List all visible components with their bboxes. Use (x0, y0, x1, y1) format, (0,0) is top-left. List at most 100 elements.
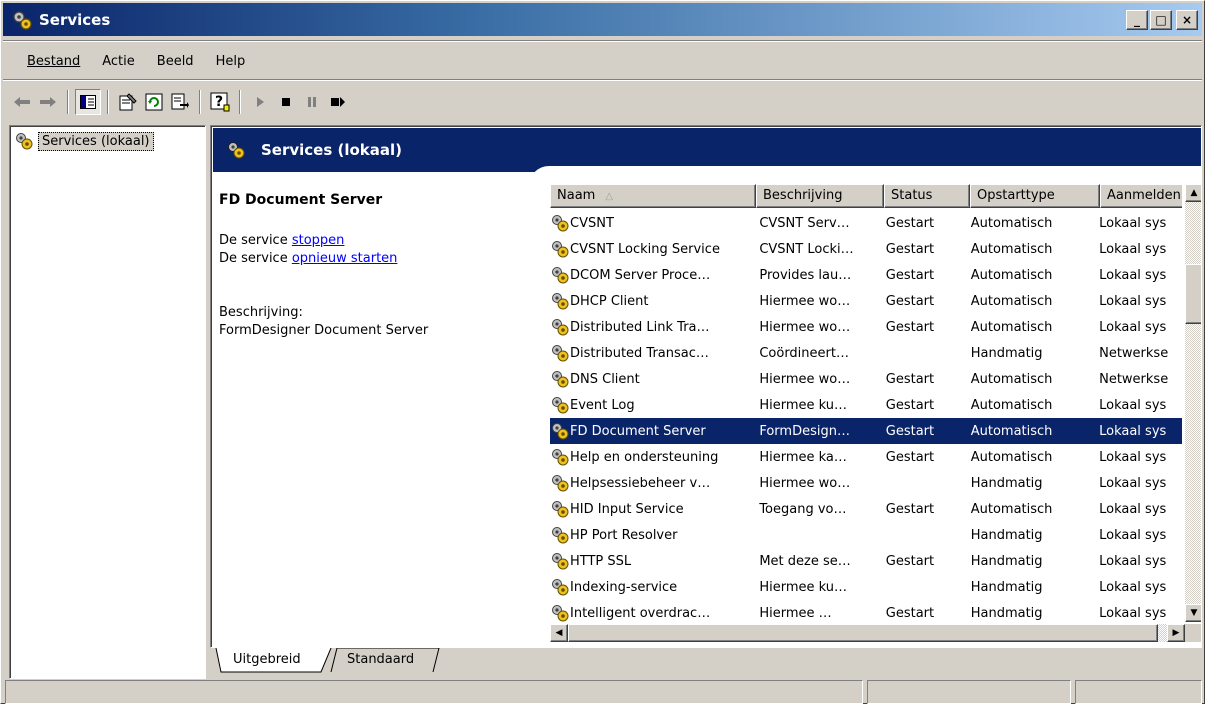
restart-icon[interactable] (325, 89, 351, 115)
column-header-logon[interactable]: Aanmelden (1100, 184, 1182, 208)
service-row[interactable]: CVSNT Locking Service CVSNT Locki… Gestart… (550, 236, 1182, 262)
service-name: FD Document Server (570, 423, 706, 439)
service-name-cell: Event Log (550, 395, 753, 415)
column-name-label: Naam (557, 188, 596, 203)
service-description-cell: Met deze se… (759, 553, 851, 569)
service-logon-cell: Netwerkse (1099, 345, 1169, 361)
help-icon[interactable]: ? (207, 89, 233, 115)
start-icon[interactable] (247, 89, 273, 115)
service-row[interactable]: FD Document Server FormDesign… Gestart Auto… (550, 418, 1182, 444)
vertical-scroll-thumb[interactable] (1185, 264, 1201, 324)
column-header-description[interactable]: Beschrijving (756, 184, 884, 208)
horizontal-scrollbar[interactable]: ◀ ▶ (550, 624, 1185, 642)
services-gear-icon (11, 9, 33, 31)
restart-action-line: De service opnieuw starten (219, 250, 529, 268)
service-gear-icon (550, 213, 570, 233)
menu-bestand[interactable]: Bestand (27, 54, 80, 69)
scroll-down-button[interactable]: ▼ (1185, 604, 1201, 622)
back-icon[interactable] (9, 89, 35, 115)
service-row[interactable]: Helpsessiebeheer v… Hiermee wo… Handmatig L… (550, 470, 1182, 496)
menu-actie[interactable]: Actie (102, 54, 135, 69)
service-row[interactable]: Event Log Hiermee ku… Gestart Automatisch Lo… (550, 392, 1182, 418)
service-name-cell: DHCP Client (550, 291, 753, 311)
service-description-cell: FormDesign… (759, 423, 850, 439)
service-logon-cell: Lokaal sys (1099, 293, 1167, 309)
menu-beeld[interactable]: Beeld (157, 54, 194, 69)
scroll-left-button[interactable]: ◀ (550, 624, 568, 642)
service-gear-icon (550, 499, 570, 519)
menu-help[interactable]: Help (216, 54, 246, 69)
toolbar-separator (107, 90, 109, 114)
service-name-cell: Helpsessiebeheer v… (550, 473, 753, 493)
column-header-startup-type[interactable]: Opstarttype (970, 184, 1100, 208)
vertical-scrollbar[interactable]: ▲ ▼ (1185, 184, 1201, 622)
tab-standaard[interactable]: Standaard (337, 648, 424, 673)
service-status-cell: Gestart (885, 293, 935, 309)
close-button[interactable]: × (1176, 10, 1198, 30)
stop-service-link[interactable]: stoppen (292, 233, 345, 248)
service-name: HTTP SSL (570, 553, 632, 569)
service-row[interactable]: CVSNT CVSNT Serv… Gestart Automatisch Lokaal… (550, 210, 1182, 236)
restart-service-link[interactable]: opnieuw starten (292, 251, 398, 266)
service-name: DCOM Server Proce… (570, 267, 711, 283)
tree-item-services-local[interactable]: Services (lokaal) (14, 131, 154, 151)
service-status-cell: Gestart (885, 501, 935, 517)
service-name-cell: HTTP SSL (550, 551, 753, 571)
service-name-cell: Help en ondersteuning (550, 447, 753, 467)
service-row[interactable]: DNS Client Hiermee wo… Gestart Automatisch N… (550, 366, 1182, 392)
service-logon-cell: Lokaal sys (1099, 605, 1167, 621)
service-startup-type-cell: Handmatig (970, 345, 1043, 361)
service-name: DHCP Client (570, 293, 649, 309)
service-row[interactable]: DCOM Server Proce… Provides lau… Gestart Au… (550, 262, 1182, 288)
service-status-cell: Gestart (885, 215, 935, 231)
scroll-right-button[interactable]: ▶ (1167, 624, 1185, 642)
service-description-cell: CVSNT Locki… (759, 241, 854, 257)
service-gear-icon (550, 577, 570, 597)
service-name: DNS Client (570, 371, 640, 387)
service-gear-icon (550, 369, 570, 389)
service-gear-icon (550, 239, 570, 259)
scroll-up-button[interactable]: ▲ (1185, 184, 1201, 202)
service-row[interactable]: Distributed Link Tra… Hiermee wo… Gestart A… (550, 314, 1182, 340)
column-header-name[interactable]: Naam △ (550, 184, 756, 208)
properties-icon[interactable] (115, 89, 141, 115)
service-row[interactable]: Distributed Transac… Coördineert… Handmati… (550, 340, 1182, 366)
service-row[interactable]: Help en ondersteuning Hiermee ka… Gestart A… (550, 444, 1182, 470)
horizontal-scroll-thumb[interactable] (568, 624, 1158, 642)
service-name-cell: Distributed Transac… (550, 343, 753, 363)
forward-icon[interactable] (35, 89, 61, 115)
pause-icon[interactable] (299, 89, 325, 115)
service-logon-cell: Lokaal sys (1099, 527, 1167, 543)
service-row[interactable]: DHCP Client Hiermee wo… Gestart Automatisch… (550, 288, 1182, 314)
service-startup-type-cell: Handmatig (970, 527, 1043, 543)
service-gear-icon (550, 421, 570, 441)
service-status-cell: Gestart (885, 397, 935, 413)
pane-header-title: Services (lokaal) (261, 141, 403, 159)
service-status-cell: Gestart (885, 241, 935, 257)
title-bar[interactable]: Services _ □ × (3, 3, 1202, 36)
service-row[interactable]: HP Port Resolver Handmatig Lokaal sys (550, 522, 1182, 548)
service-startup-type-cell: Automatisch (970, 449, 1053, 465)
service-row[interactable]: HTTP SSL Met deze se… Gestart Handmatig Loka… (550, 548, 1182, 574)
service-logon-cell: Lokaal sys (1099, 579, 1167, 595)
service-row[interactable]: Indexing-service Hiermee ku… Handmatig Loka… (550, 574, 1182, 600)
service-gear-icon (550, 447, 570, 467)
service-row[interactable]: HID Input Service Toegang vo… Gestart Autom… (550, 496, 1182, 522)
service-name: Distributed Transac… (570, 345, 709, 361)
window-title: Services (39, 10, 111, 29)
status-panel-main (5, 680, 863, 704)
export-list-icon[interactable] (167, 89, 193, 115)
services-list: Naam △ Beschrijving Status Opstarttype Aa… (550, 184, 1182, 644)
maximize-button[interactable]: □ (1150, 10, 1172, 30)
stop-icon[interactable] (273, 89, 299, 115)
show-hide-tree-icon[interactable] (75, 89, 101, 115)
refresh-icon[interactable] (141, 89, 167, 115)
minimize-button[interactable]: _ (1126, 10, 1148, 30)
tab-uitgebreid[interactable]: Uitgebreid (223, 648, 311, 673)
status-panel-3 (1075, 680, 1202, 704)
service-name-cell: CVSNT Locking Service (550, 239, 753, 259)
service-gear-icon (550, 265, 570, 285)
service-row[interactable]: Intelligent overdrac… Hiermee … Gestart Han… (550, 600, 1182, 626)
service-logon-cell: Lokaal sys (1099, 267, 1167, 283)
column-header-status[interactable]: Status (884, 184, 970, 208)
